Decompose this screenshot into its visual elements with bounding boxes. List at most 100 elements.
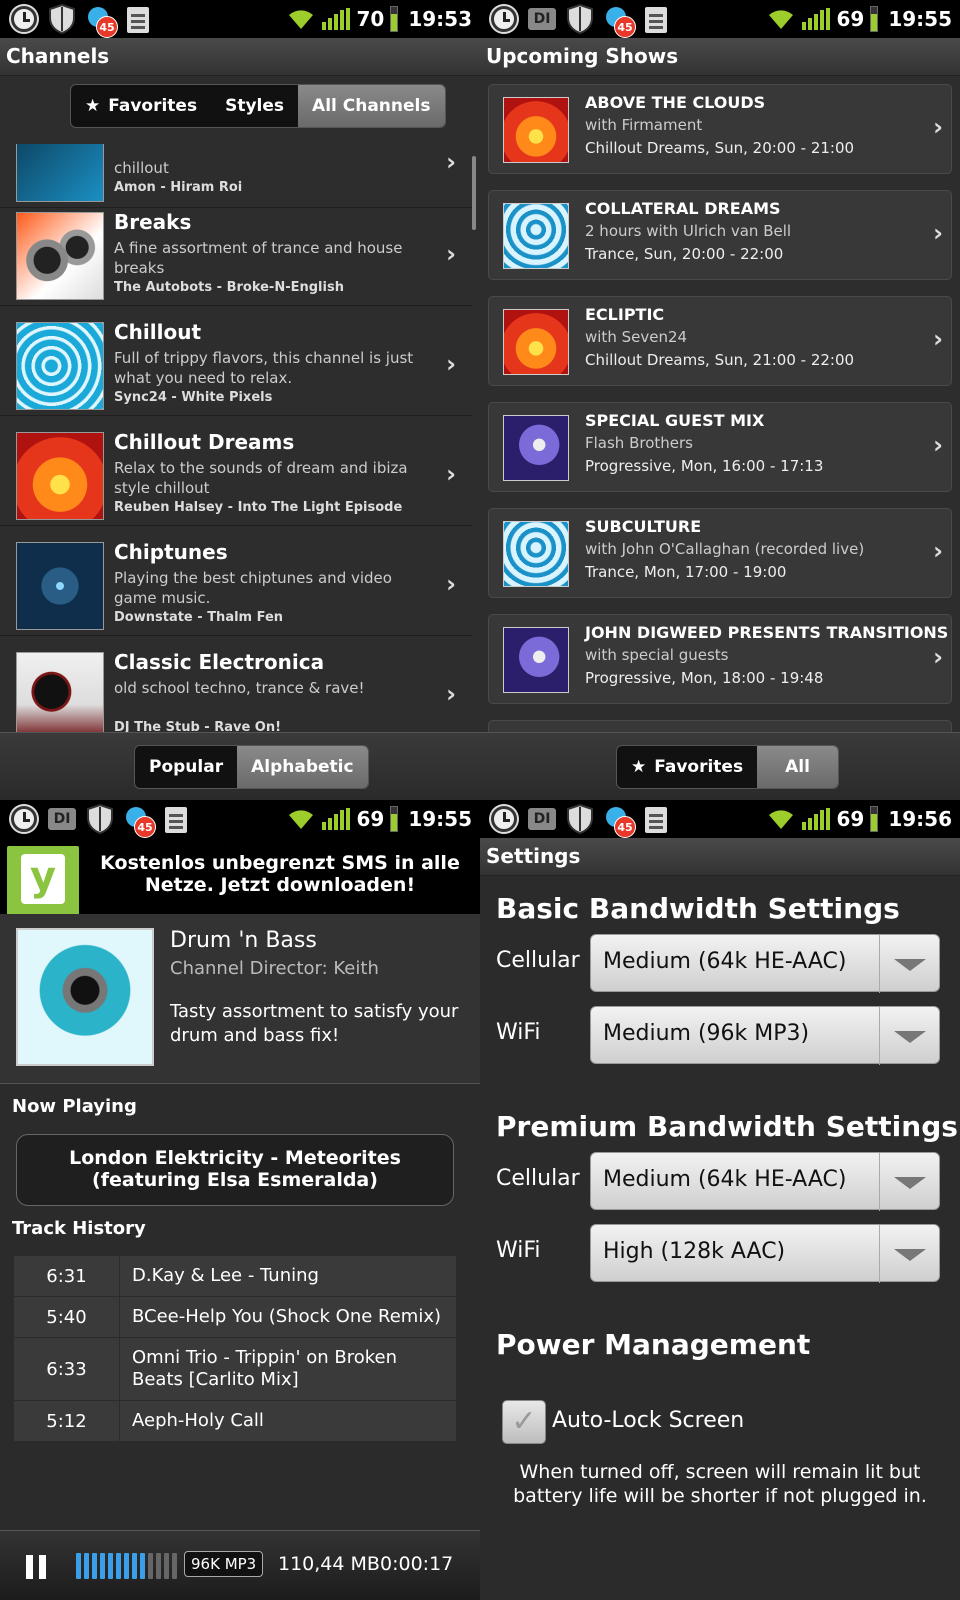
channel-description: A fine assortment of trance and house br… xyxy=(114,239,403,277)
tab-alphabetic[interactable]: Alphabetic xyxy=(237,746,368,788)
track-duration: 5:12 xyxy=(14,1401,120,1441)
shield-icon xyxy=(84,803,116,835)
show-host: Flash Brothers xyxy=(585,434,693,452)
tab-all-channels[interactable]: All Channels xyxy=(298,85,445,127)
basic-bandwidth-heading: Basic Bandwidth Settings xyxy=(496,892,900,925)
notification-app-icon: 45 xyxy=(602,3,636,38)
status-bar: DI 45 69 19:55 xyxy=(480,0,960,38)
channel-row[interactable]: Chiptunes Playing the best chiptunes and… xyxy=(0,526,472,636)
cellular-label: Cellular xyxy=(496,1166,580,1191)
tab-popular[interactable]: Popular xyxy=(135,746,237,788)
buffer-level-segment xyxy=(140,1553,145,1579)
chevron-right-icon: › xyxy=(446,460,456,488)
di-app-icon: DI xyxy=(526,803,558,835)
show-list[interactable]: ABOVE THE CLOUDS with Firmament Chillout… xyxy=(480,76,960,732)
premium-cellular-select[interactable]: Medium (64k HE-AAC) xyxy=(590,1152,940,1211)
status-time: 19:56 xyxy=(888,807,952,831)
track-history-label: Track History xyxy=(12,1218,146,1239)
battery-icon xyxy=(390,806,399,832)
show-item[interactable]: ECLIPTIC with Seven24 Chillout Dreams, S… xyxy=(488,296,952,386)
show-item[interactable]: ABOVE THE CLOUDS with Firmament Chillout… xyxy=(488,84,952,174)
pause-icon[interactable] xyxy=(26,1555,48,1579)
scrollbar[interactable] xyxy=(472,156,476,230)
channel-row[interactable]: Chillout Full of trippy flavors, this ch… xyxy=(0,306,472,416)
battery-percent: 69 xyxy=(836,7,865,31)
cell-signal-icon xyxy=(322,808,351,830)
chevron-right-icon: › xyxy=(933,537,943,565)
track-title: D.Kay & Lee - Tuning xyxy=(132,1265,319,1286)
notification-count-badge: 45 xyxy=(96,16,118,38)
title-bar: Channels xyxy=(0,38,480,76)
upcoming-shows-screen: DI 45 69 19:55 Upcoming Shows ABOVE THE … xyxy=(480,0,960,800)
channel-description: chillout xyxy=(114,159,169,177)
tab-styles[interactable]: Styles xyxy=(211,85,298,127)
cell-signal-icon xyxy=(322,8,351,30)
sort-bar: Popular Alphabetic xyxy=(0,732,480,800)
shield-icon xyxy=(46,3,78,35)
battery-percent: 69 xyxy=(836,807,865,831)
ad-logo: y xyxy=(7,846,79,918)
di-app-label: DI xyxy=(48,808,76,830)
show-schedule: Progressive, Mon, 18:00 - 19:48 xyxy=(585,669,824,687)
channel-artwork xyxy=(16,928,154,1066)
show-thumbnail xyxy=(503,627,569,693)
page-title: Channels xyxy=(6,44,110,68)
tab-all[interactable]: All xyxy=(757,746,838,788)
channel-row[interactable]: Chillout Dreams Relax to the sounds of d… xyxy=(0,416,472,526)
channel-description: old school techno, trance & rave! xyxy=(114,679,365,697)
channel-now-playing: The Autobots - Broke-N-English xyxy=(114,280,344,295)
star-icon: ★ xyxy=(631,757,647,777)
show-item[interactable]: JOHN DIGWEED PRESENTS TRANSITIONS with s… xyxy=(488,614,952,704)
channel-now-playing: Amon - Hiram Roi xyxy=(114,180,243,195)
channel-now-playing: Sync24 - White Pixels xyxy=(114,390,273,405)
clipboard-icon xyxy=(640,803,672,835)
buffer-level-segment xyxy=(148,1553,153,1579)
tab-favorites[interactable]: ★ Favorites xyxy=(617,746,757,788)
show-title: SUBCULTURE xyxy=(585,517,702,536)
show-item[interactable]: COLLATERAL DREAMS 2 hours with Ulrich va… xyxy=(488,190,952,280)
table-row: 5:40 BCee-Help You (Shock One Remix) xyxy=(14,1297,456,1338)
filter-bar: ★ Favorites All xyxy=(480,732,960,800)
ad-logo-letter: y xyxy=(21,854,65,904)
show-item[interactable]: SPECIAL GUEST MIX Flash Brothers Progres… xyxy=(488,402,952,492)
show-title: ABOVE THE CLOUDS xyxy=(585,93,766,112)
tab-label: Favorites xyxy=(654,757,744,777)
show-item[interactable] xyxy=(488,720,952,732)
show-title: ECLIPTIC xyxy=(585,305,665,324)
power-management-heading: Power Management xyxy=(496,1328,811,1361)
chevron-right-icon: › xyxy=(933,113,943,141)
show-item[interactable]: SUBCULTURE with John O'Callaghan (record… xyxy=(488,508,952,598)
stream-format: 96K MP3 xyxy=(184,1551,264,1577)
channel-row[interactable]: Classic Electronica old school techno, t… xyxy=(0,636,472,732)
channel-name: Breaks xyxy=(114,210,192,234)
basic-cellular-select[interactable]: Medium (64k HE-AAC) xyxy=(590,934,940,993)
channel-thumbnail xyxy=(16,652,104,732)
star-icon: ★ xyxy=(85,96,101,116)
tab-favorites[interactable]: ★ Favorites xyxy=(71,85,211,127)
shield-icon xyxy=(564,803,596,835)
channel-thumbnail xyxy=(16,212,104,300)
notification-app-icon: 45 xyxy=(122,803,156,838)
wifi-label: WiFi xyxy=(496,1020,541,1045)
auto-lock-checkbox[interactable]: ✓ xyxy=(502,1400,546,1444)
show-schedule: Trance, Sun, 20:00 - 22:00 xyxy=(585,245,784,263)
status-bar: DI 45 69 19:56 xyxy=(480,800,960,838)
ad-banner[interactable]: y Kostenlos unbegrenzt SMS in alle Netze… xyxy=(0,838,480,918)
dropdown-arrow-icon xyxy=(879,1007,939,1065)
buffer-level-segment xyxy=(92,1553,97,1579)
channel-list[interactable]: chillout Amon - Hiram Roi › Breaks A fin… xyxy=(0,144,480,732)
channel-thumbnail xyxy=(16,542,104,630)
wifi-icon xyxy=(769,810,794,829)
buffer-level-segment xyxy=(116,1553,121,1579)
dropdown-arrow-icon xyxy=(879,1153,939,1211)
di-app-label: DI xyxy=(528,8,556,30)
premium-wifi-select[interactable]: High (128k AAC) xyxy=(590,1224,940,1283)
channel-row[interactable]: Breaks A fine assortment of trance and h… xyxy=(0,196,472,306)
channel-view-tabs: ★ Favorites Styles All Channels xyxy=(70,84,446,128)
chevron-right-icon: › xyxy=(933,431,943,459)
show-host: with special guests xyxy=(585,646,729,664)
basic-wifi-select[interactable]: Medium (96k MP3) xyxy=(590,1006,940,1065)
channel-thumbnail xyxy=(16,432,104,520)
notification-count-badge: 45 xyxy=(614,816,636,838)
tab-label: Favorites xyxy=(108,96,198,116)
